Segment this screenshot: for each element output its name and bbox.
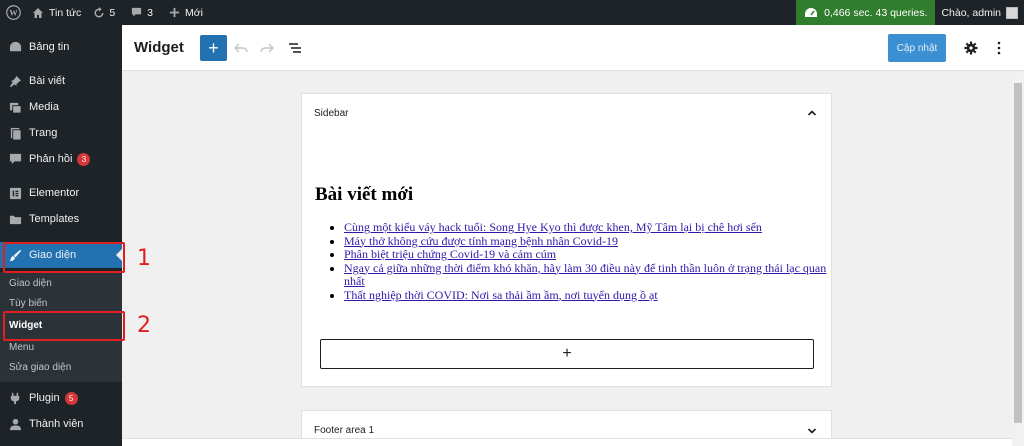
refresh-icon — [94, 6, 104, 17]
add-block-button[interactable]: + — [200, 35, 227, 61]
post-link[interactable]: Cùng một kiểu váy hack tuổi: Song Hye Ky… — [344, 220, 762, 234]
scrollbar-thumb[interactable] — [1014, 83, 1022, 423]
site-name-link[interactable]: Tin tức — [26, 0, 87, 25]
plugins-badge: 5 — [64, 391, 78, 405]
new-content-link[interactable]: Mới — [163, 0, 209, 25]
list-item: Ngay cả giữa những thời điểm khó khăn, h… — [344, 261, 830, 289]
page-title: Widget — [134, 39, 184, 56]
svg-text:W: W — [9, 9, 18, 18]
scrollbar[interactable] — [1012, 71, 1024, 446]
pin-icon — [8, 74, 22, 88]
comments-count: 3 — [147, 6, 153, 19]
menu-label: Phản hồi — [29, 153, 73, 165]
submenu-item-customize[interactable]: Tùy biến — [9, 298, 47, 309]
menu-item-templates[interactable]: Templates — [0, 206, 122, 232]
dashboard-icon — [8, 40, 22, 54]
menu-label: Bài viết — [29, 75, 66, 87]
media-icon — [8, 100, 22, 114]
menu-label: Elementor — [29, 187, 80, 199]
menu-label: Bảng tin — [29, 41, 70, 53]
home-icon — [33, 7, 43, 18]
comments-badge: 3 — [77, 152, 91, 166]
admin-bar: W Tin tức 5 3 Mới 0,466 sec. 43 queries.… — [0, 0, 1024, 25]
menu-item-comments[interactable]: Phản hồi 3 — [0, 146, 122, 172]
page-icon — [8, 126, 22, 140]
comment-icon — [8, 152, 22, 166]
admin-menu: Bảng tin Bài viết Media Trang Phản hồi 3… — [0, 25, 122, 446]
list-item: Phân biệt triệu chứng Covid-19 và cảm cú… — [344, 247, 830, 262]
editor-header: Widget + Cập nhật — [122, 25, 1024, 71]
widget-area-sidebar: Sidebar Bài viết mới Cùng một kiểu váy h… — [301, 93, 832, 387]
plugin-icon — [8, 391, 22, 405]
redo-icon[interactable] — [258, 39, 276, 57]
elementor-icon — [8, 186, 22, 200]
menu-item-posts[interactable]: Bài viết — [0, 68, 122, 94]
menu-label: Thành viên — [29, 418, 84, 430]
more-options-icon[interactable] — [990, 39, 1008, 57]
menu-label: Plugin — [29, 392, 60, 404]
plus-icon — [169, 7, 180, 18]
wordpress-logo-icon[interactable]: W — [0, 0, 26, 25]
comments-link[interactable]: 3 — [125, 0, 159, 25]
submenu-item-theme-editor[interactable]: Sửa giao diện — [9, 362, 71, 373]
submenu-item-menus[interactable]: Menu — [9, 342, 34, 353]
widget-heading: Bài viết mới — [315, 184, 414, 205]
account-menu[interactable]: Chào, admin — [935, 0, 1024, 25]
greeting: Chào, admin — [941, 6, 1001, 19]
menu-item-users[interactable]: Thành viên — [0, 411, 122, 437]
editor-footer — [122, 438, 1012, 446]
site-name: Tin tức — [49, 6, 82, 19]
submenu-item-themes[interactable]: Giao diện — [9, 278, 52, 289]
menu-item-media[interactable]: Media — [0, 94, 122, 120]
chevron-up-icon[interactable] — [807, 108, 817, 118]
widget-area-title[interactable]: Sidebar — [314, 108, 348, 119]
menu-label: Media — [29, 101, 59, 113]
list-item: Máy thở không cứu được tính mạng bệnh nh… — [344, 234, 830, 249]
perf-text: 0,466 sec. 43 queries. — [824, 6, 928, 19]
list-view-icon[interactable] — [286, 39, 304, 57]
highlight-box-2 — [3, 311, 125, 341]
speedometer-icon — [805, 7, 818, 17]
post-link[interactable]: Phân biệt triệu chứng Covid-19 và cảm cú… — [344, 247, 556, 261]
menu-item-dashboard[interactable]: Bảng tin — [0, 34, 122, 60]
widget-area-title[interactable]: Footer area 1 — [314, 425, 374, 436]
update-button[interactable]: Cập nhật — [888, 34, 946, 62]
post-link[interactable]: Ngay cả giữa những thời điểm khó khăn, h… — [344, 261, 826, 289]
updates-link[interactable]: 5 — [87, 0, 121, 25]
menu-label: Templates — [29, 213, 80, 225]
folder-icon — [8, 212, 22, 226]
user-icon — [8, 417, 22, 431]
add-block-appender[interactable]: + — [320, 339, 814, 369]
post-link[interactable]: Máy thở không cứu được tính mạng bệnh nh… — [344, 234, 618, 248]
undo-icon[interactable] — [232, 39, 250, 57]
list-item: Cùng một kiểu váy hack tuổi: Song Hye Ky… — [344, 220, 830, 235]
highlight-box-1 — [3, 242, 125, 273]
menu-item-pages[interactable]: Trang — [0, 120, 122, 146]
comment-icon — [132, 7, 142, 17]
annotation-number-2: 2 — [137, 313, 151, 338]
query-monitor[interactable]: 0,466 sec. 43 queries. — [796, 0, 936, 25]
menu-item-plugins[interactable]: Plugin 5 — [0, 385, 122, 411]
avatar — [1006, 6, 1018, 19]
chevron-down-icon[interactable] — [807, 426, 817, 436]
settings-gear-icon[interactable] — [962, 39, 980, 57]
post-link[interactable]: Thất nghiệp thời COVID: Nơi sa thải ầm ầ… — [344, 288, 658, 302]
new-label: Mới — [185, 6, 203, 19]
annotation-number-1: 1 — [137, 246, 151, 271]
updates-count: 5 — [109, 6, 116, 19]
recent-posts-list: Cùng một kiểu váy hack tuổi: Song Hye Ky… — [330, 220, 830, 303]
list-item: Thất nghiệp thời COVID: Nơi sa thải ầm ầ… — [344, 288, 830, 303]
menu-item-elementor[interactable]: Elementor — [0, 180, 122, 206]
menu-label: Trang — [29, 127, 58, 139]
